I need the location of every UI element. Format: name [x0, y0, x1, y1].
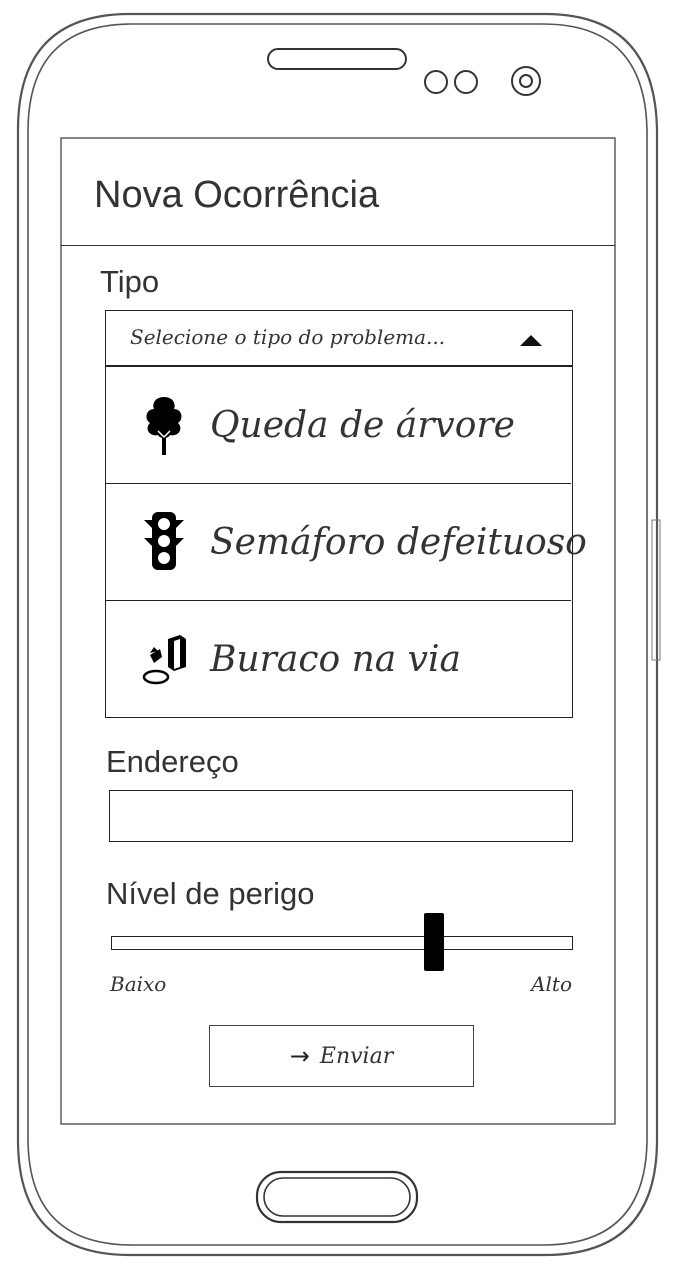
send-button-label: Enviar	[319, 1043, 394, 1069]
app-bar: Nova Ocorrência	[61, 138, 615, 246]
speaker-grille	[267, 48, 407, 70]
home-button[interactable]	[255, 1170, 419, 1224]
slider-max-label: Alto	[531, 972, 572, 996]
option-label: Buraco na via	[210, 639, 461, 680]
traffic-light-icon	[144, 512, 184, 570]
arrow-right-icon: →	[289, 1042, 310, 1070]
address-label: Endereço	[106, 744, 239, 779]
option-buraco-na-via[interactable]: Buraco na via	[106, 601, 571, 718]
sensor-icon	[424, 70, 478, 94]
option-semaforo-defeituoso[interactable]: Semáforo defeituoso	[106, 484, 587, 601]
option-queda-de-arvore[interactable]: Queda de árvore	[106, 367, 571, 484]
type-options-list: Queda de árvore Semáforo defeituoso Bura…	[105, 366, 587, 718]
caret-up-icon[interactable]	[520, 335, 542, 346]
type-select[interactable]: Selecione o tipo do problema...	[105, 310, 573, 366]
option-label: Semáforo defeituoso	[210, 522, 587, 563]
app-screen: Nova Ocorrência Tipo Selecione o tipo do…	[61, 138, 615, 1124]
slider-min-label: Baixo	[110, 972, 167, 996]
type-label: Tipo	[100, 264, 160, 299]
front-camera-icon	[511, 66, 541, 96]
send-button[interactable]: → Enviar	[209, 1025, 474, 1087]
tree-icon	[146, 397, 182, 455]
danger-level-label: Nível de perigo	[106, 876, 315, 911]
option-label: Queda de árvore	[210, 405, 515, 446]
pothole-icon	[142, 635, 186, 685]
address-input[interactable]	[109, 790, 573, 842]
type-select-placeholder: Selecione o tipo do problema...	[130, 325, 446, 349]
danger-level-slider[interactable]	[111, 936, 573, 950]
slider-thumb[interactable]	[424, 913, 445, 971]
page-title: Nova Ocorrência	[94, 174, 380, 216]
